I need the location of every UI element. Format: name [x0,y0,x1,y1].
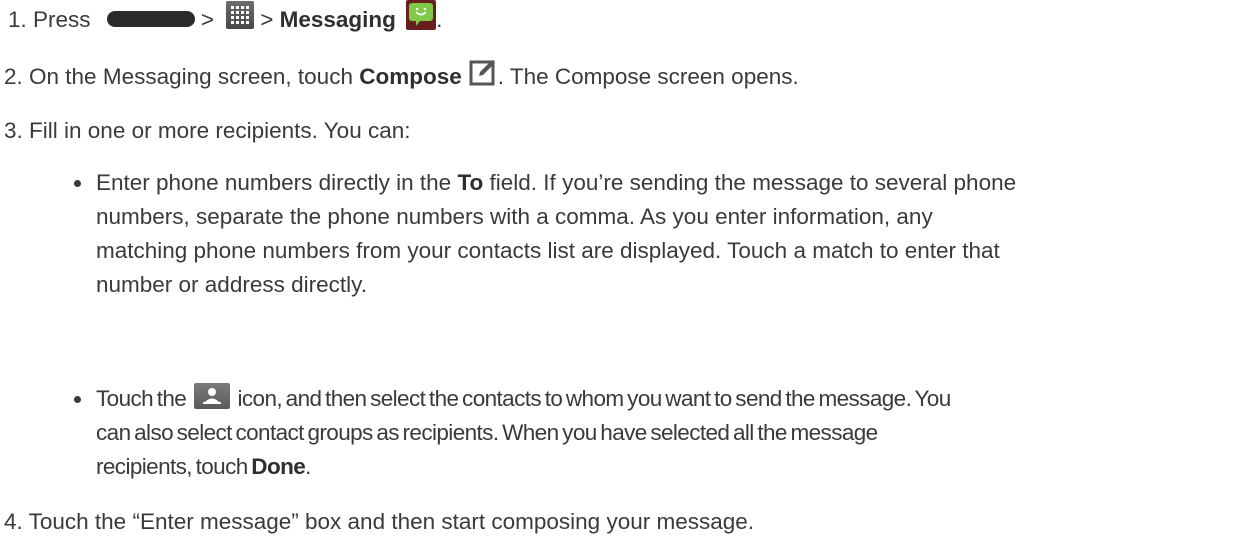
text: Enter phone numbers directly in the [96,170,458,195]
bullet-line: matching phone numbers from your contact… [96,238,1000,263]
bullet-line: recipients, touch Done. [96,450,1236,484]
bullet-enter-numbers: Enter phone numbers directly in the To f… [74,166,1236,302]
text: recipients, touch [96,454,252,479]
text: field. If you’re sending the message to … [483,170,1017,195]
step-3: 3. Fill in one or more recipients. You c… [4,117,411,145]
period: . [305,454,311,479]
step-2: 2. On the Messaging screen, touch Compos… [4,60,799,93]
text: Touch the [96,386,190,411]
bullet-line: Touch the icon, and then select the cont… [96,382,1236,416]
period: . [436,7,443,32]
bullet-line: Enter phone numbers directly in the To f… [96,166,1236,200]
contacts-icon [193,383,230,410]
home-button-icon [106,11,195,28]
bullet-dot [74,396,81,403]
bullet-line: number or address directly. [96,272,367,297]
messaging-label: Messaging [279,7,396,32]
step-number: 2. [4,64,23,89]
step-number: 4. [4,509,23,534]
separator: > [200,7,214,32]
bullet-line: numbers, separate the phone numbers with… [96,204,933,229]
to-field-label: To [457,170,484,195]
step-text: . The Compose screen opens. [497,64,799,89]
step-number: 3. [4,118,23,143]
step-text: Press [33,7,91,32]
step-text: On the Messaging screen, touch [29,64,360,89]
apps-grid-icon [226,1,255,30]
bullet-select-contacts: Touch the icon, and then select the cont… [74,382,1236,484]
separator: > [260,7,274,32]
compose-label: Compose [359,64,462,89]
step-text: Fill in one or more recipients. You can: [29,118,411,143]
compose-icon [468,57,498,87]
bullet-dot [74,180,81,187]
bullet-line: can also select contact groups as recipi… [96,420,878,445]
step-text: Touch the “Enter message” box and then s… [28,509,755,534]
step-1: 1. Press > > Messaging . [8,0,443,36]
done-label: Done [251,454,306,479]
step-number: 1. [8,7,27,32]
messaging-app-icon [406,0,437,31]
step-4: 4. Touch the “Enter message” box and the… [4,508,754,536]
text: icon, and then select the contacts to wh… [233,386,951,411]
